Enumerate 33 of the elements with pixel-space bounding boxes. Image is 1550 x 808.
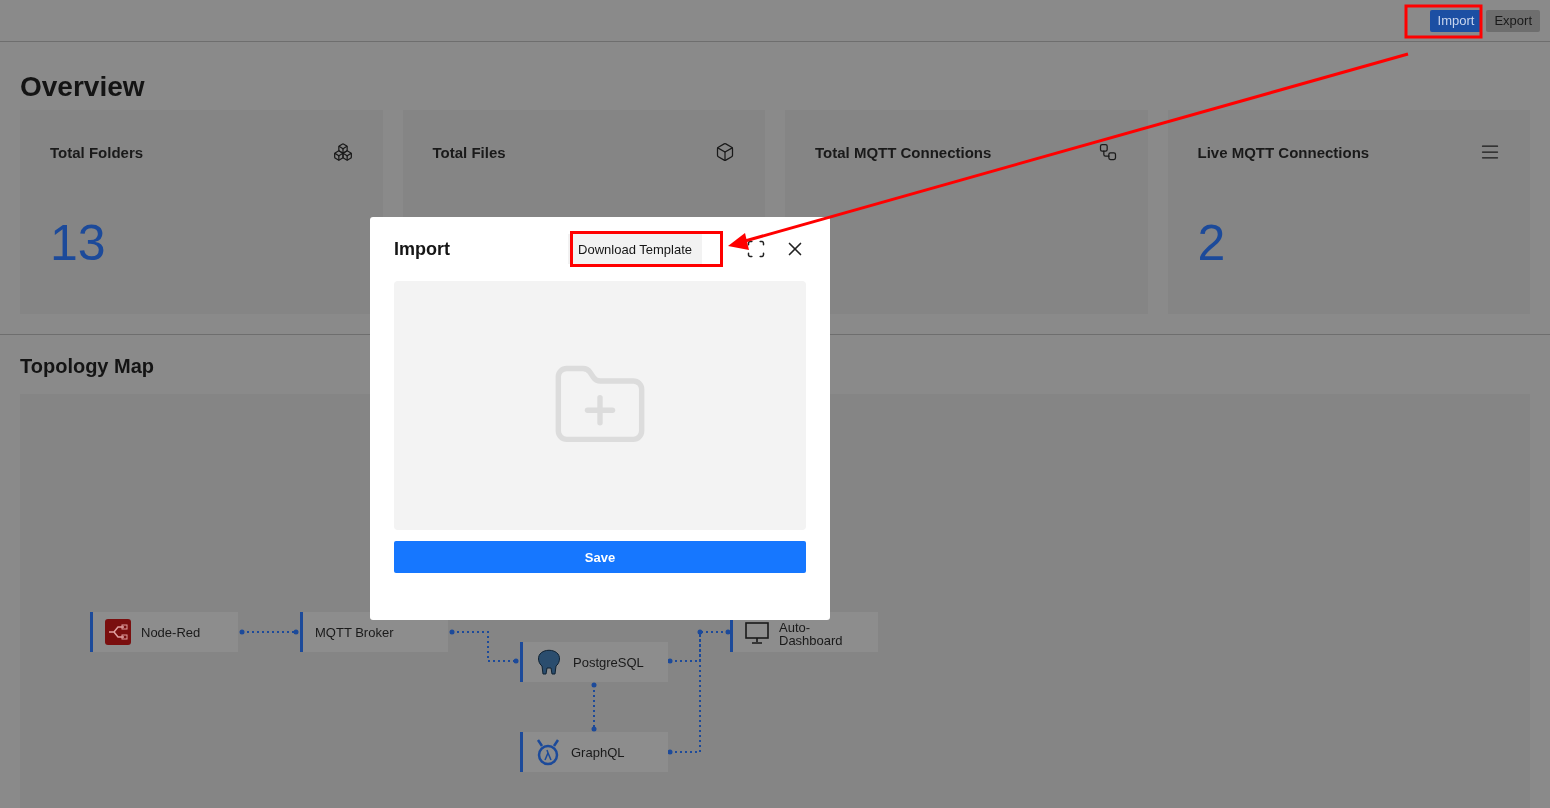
- monitor-icon: [745, 622, 769, 644]
- workflow-icon: [1097, 142, 1118, 162]
- save-button[interactable]: Save: [394, 541, 806, 573]
- export-button[interactable]: Export: [1486, 9, 1540, 32]
- node-label: MQTT Broker: [315, 625, 394, 639]
- elephant-icon: [535, 648, 563, 676]
- topology-node[interactable]: MQTT Broker: [300, 612, 448, 652]
- fullscreen-icon[interactable]: [746, 239, 766, 259]
- connector-line: [239, 629, 299, 635]
- section-title: Topology Map: [20, 354, 156, 379]
- topology-node[interactable]: PostgreSQL: [520, 642, 668, 682]
- dialog-title: Import: [394, 238, 451, 260]
- card-label: Total Folders: [50, 143, 144, 161]
- section-title: Overview: [20, 70, 146, 104]
- topology-node[interactable]: GraphQL: [520, 732, 668, 772]
- node-label: GraphQL: [571, 745, 625, 759]
- connector-line: [591, 682, 597, 732]
- card-label: Total MQTT Connections: [815, 143, 992, 161]
- download-template-button[interactable]: Download Template: [568, 234, 702, 264]
- card-value: 2: [1197, 218, 1227, 268]
- card-label: Live MQTT Connections: [1197, 143, 1370, 161]
- import-button[interactable]: Import: [1429, 9, 1483, 32]
- connector-line: [449, 629, 519, 664]
- boxes-icon: [332, 142, 353, 162]
- topology-node[interactable]: Node-Red: [90, 612, 238, 652]
- node-label: Node-Red: [141, 625, 201, 639]
- graphql-icon: [535, 738, 561, 766]
- node-label: PostgreSQL: [573, 655, 644, 669]
- card-label: Total Files: [432, 143, 506, 161]
- flow-icon: [105, 619, 131, 645]
- card-value: 13: [50, 218, 107, 268]
- node-label: Auto- Dashboard: [779, 621, 843, 647]
- box-icon: [715, 142, 735, 162]
